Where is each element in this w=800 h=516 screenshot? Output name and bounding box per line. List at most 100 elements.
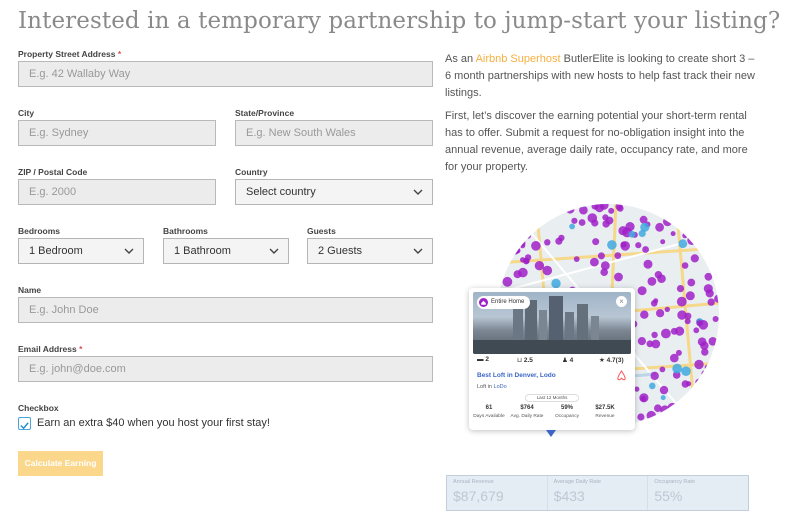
map-marker xyxy=(640,310,649,319)
bed-count: ▬ 2 xyxy=(477,356,489,363)
map-marker xyxy=(711,242,718,249)
country-select[interactable]: Select country xyxy=(235,179,433,205)
map-marker xyxy=(647,277,657,286)
map-marker xyxy=(660,405,670,415)
bedrooms-select[interactable]: 1 Bedroom xyxy=(18,238,144,264)
map-marker xyxy=(534,261,545,271)
close-icon[interactable]: × xyxy=(616,296,627,307)
map-marker xyxy=(497,250,501,258)
map-marker xyxy=(514,247,521,254)
map-marker xyxy=(713,369,719,377)
map-marker xyxy=(643,259,653,269)
required-mark: * xyxy=(79,344,83,354)
state-input[interactable]: E.g. New South Wales xyxy=(235,120,433,146)
map-marker xyxy=(661,328,671,339)
zip-input[interactable]: E.g. 2000 xyxy=(18,179,216,205)
map-marker xyxy=(650,204,658,210)
map-marker xyxy=(646,410,656,421)
map-marker xyxy=(614,272,623,282)
metric-occupancy: Occupancy Rate 55% xyxy=(648,476,748,510)
map-marker xyxy=(695,378,703,387)
bathrooms-select[interactable]: 1 Bathroom xyxy=(163,238,289,264)
map-marker xyxy=(550,204,560,213)
map-marker xyxy=(640,395,647,402)
map-marker xyxy=(637,286,647,296)
map-marker xyxy=(602,220,610,228)
email-input[interactable]: E.g. john@doe.com xyxy=(18,356,433,382)
map-marker xyxy=(703,233,710,240)
map-marker xyxy=(607,240,617,250)
guest-count: ♟ 4 xyxy=(562,357,574,364)
map-marker xyxy=(672,363,683,374)
map-marker xyxy=(701,348,709,356)
map-marker xyxy=(508,242,514,248)
pill-label: Entire Home xyxy=(491,299,525,305)
listing-stat: $27.5K Revenue xyxy=(585,405,625,419)
map-marker xyxy=(615,204,623,211)
map-marker xyxy=(670,353,679,363)
map-marker xyxy=(558,234,565,242)
intro-text: As an xyxy=(445,53,476,65)
state-label: State/Province xyxy=(235,108,295,118)
first-stay-checkbox[interactable] xyxy=(18,417,31,430)
map-marker xyxy=(676,296,687,307)
name-label: Name xyxy=(18,285,42,295)
calculate-earning-button[interactable]: Calculate Earning xyxy=(18,451,103,476)
airbnb-superhost-link[interactable]: Airbnb Superhost xyxy=(476,53,561,65)
map-marker xyxy=(497,204,504,213)
required-mark: * xyxy=(117,49,122,59)
map-marker xyxy=(515,204,524,211)
map-marker xyxy=(660,239,666,245)
map-marker xyxy=(597,252,605,260)
listing-card[interactable]: Entire Home × ▬ 2 ⊔ 2.5 ♟ 4 ★ 4.7(3) Bes… xyxy=(469,288,635,430)
map-marker xyxy=(694,359,704,370)
map-marker xyxy=(678,239,688,249)
metric-daily-rate: Average Daily Rate $433 xyxy=(548,476,649,510)
map-marker xyxy=(522,257,530,265)
airbnb-logo-icon xyxy=(617,370,626,381)
map-marker xyxy=(628,230,636,238)
map-marker xyxy=(651,419,657,425)
map-marker xyxy=(569,223,575,230)
checkbox-label: Checkbox xyxy=(18,403,59,413)
bedrooms-label: Bedrooms xyxy=(18,226,61,236)
map-marker xyxy=(660,395,666,401)
guests-select[interactable]: 2 Guests xyxy=(307,238,433,264)
map-marker xyxy=(682,233,688,239)
map-marker xyxy=(650,371,659,381)
metric-label: Occupancy Rate xyxy=(654,479,696,485)
map-marker xyxy=(602,214,609,221)
listing-title[interactable]: Best Loft in Denver, Lodo xyxy=(477,372,556,379)
map-marker xyxy=(659,385,669,395)
name-input[interactable]: E.g. John Doe xyxy=(18,297,433,323)
rating: ★ 4.7(3) xyxy=(599,357,624,364)
listing-stat: 59% Occupancy xyxy=(547,405,587,419)
metrics-bar: Annual Revenue $87,679 Average Daily Rat… xyxy=(446,475,749,511)
stat-label: Avg. Daily Rate xyxy=(510,414,544,419)
guests-select-value: 2 Guests xyxy=(318,245,363,257)
street-label: Property Street Address * xyxy=(18,49,121,59)
map-marker xyxy=(658,208,664,214)
map-marker xyxy=(677,310,687,320)
street-address-input[interactable]: E.g. 42 Wallaby Way xyxy=(18,61,433,87)
location-link[interactable]: LoDo xyxy=(494,384,507,390)
map-marker xyxy=(545,204,554,208)
map-marker xyxy=(590,257,599,267)
map-marker xyxy=(571,217,578,224)
chevron-down-icon xyxy=(413,189,423,195)
stat-label: Revenue xyxy=(595,414,615,419)
map-marker xyxy=(656,309,665,318)
metric-label: Annual Revenue xyxy=(453,479,494,485)
map-marker xyxy=(499,206,507,213)
city-input[interactable]: E.g. Sydney xyxy=(18,120,216,146)
map-marker xyxy=(635,242,642,249)
zip-label: ZIP / Postal Code xyxy=(18,167,88,177)
map-marker xyxy=(653,298,659,304)
map-marker xyxy=(525,233,531,239)
map-marker xyxy=(712,316,719,322)
map-marker xyxy=(712,420,718,426)
checkbox-text[interactable]: Earn an extra $40 when you host your fir… xyxy=(37,417,270,429)
guests-label: Guests xyxy=(307,226,336,236)
map-marker xyxy=(614,252,622,259)
map-marker xyxy=(664,306,670,313)
